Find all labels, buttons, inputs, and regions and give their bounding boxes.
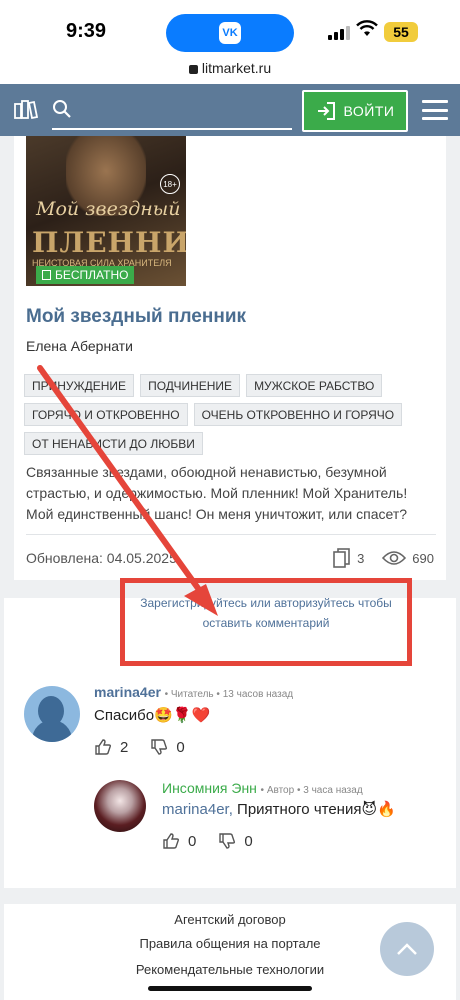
avatar[interactable] <box>24 686 80 742</box>
book-icon <box>42 270 51 280</box>
wifi-icon <box>356 20 378 36</box>
avatar[interactable] <box>94 780 146 832</box>
cellular-signal-icon <box>328 24 350 40</box>
url-text: litmarket.ru <box>201 60 272 76</box>
thumbs-down-icon[interactable] <box>150 738 168 756</box>
register-highlight-box: Зарегистрируйтесь или авторизуйтесь чтоб… <box>120 578 412 666</box>
divider <box>26 534 436 535</box>
login-icon <box>317 102 335 120</box>
comment-username[interactable]: marina4er <box>94 684 161 700</box>
battery-indicator: 55 <box>384 22 418 42</box>
thumbs-down-icon[interactable] <box>218 832 236 850</box>
hamburger-menu-icon[interactable] <box>422 100 448 120</box>
site-header: ВОЙТИ <box>0 84 460 136</box>
register-prompt-line2: оставить комментарий <box>202 616 330 630</box>
copies-icon <box>333 548 350 568</box>
likes-count: 0 <box>188 832 197 850</box>
comment-header: Инсомния Энн • Автор • 3 часа назад <box>162 780 363 796</box>
thumbs-up-icon[interactable] <box>94 738 112 756</box>
register-prompt[interactable]: Зарегистрируйтесь или авторизуйтесь чтоб… <box>125 593 407 633</box>
comment-text: Спасибо🤩🌹❤️ <box>94 707 211 724</box>
footer-link-agency-agreement[interactable]: Агентский договор <box>4 912 456 927</box>
book-stats: 3 690 <box>333 548 434 568</box>
comment-text: marina4er, Приятного чтения😈🔥 <box>162 800 396 818</box>
dislikes-count: 0 <box>244 832 253 850</box>
comments-section: Зарегистрируйтесь или авторизуйтесь чтоб… <box>4 578 456 888</box>
reply-text: Приятного чтения😈🔥 <box>232 801 396 818</box>
tag[interactable]: ОТ НЕНАВИСТИ ДО ЛЮБВИ <box>24 432 203 455</box>
search-input[interactable] <box>52 128 292 130</box>
login-button[interactable]: ВОЙТИ <box>302 90 408 132</box>
book-description: Связанные звездами, обоюдной ненавистью,… <box>26 464 408 522</box>
comment-header: marina4er • Читатель • 13 часов назад <box>94 684 294 700</box>
chevron-up-icon <box>397 943 417 955</box>
cover-title-line2: ПЛЕННИК <box>32 226 186 259</box>
comment-role: Автор <box>266 785 295 796</box>
comment-time: 3 часа назад <box>303 785 363 796</box>
age-rating-badge: 18+ <box>160 174 180 194</box>
register-prompt-line1: Зарегистрируйтесь или авторизуйтесь чтоб… <box>140 596 392 610</box>
tag[interactable]: МУЖСКОЕ РАБСТВО <box>246 374 383 397</box>
dislikes-count: 0 <box>176 738 185 756</box>
likes-count: 2 <box>120 738 129 756</box>
comment-votes: 0 0 <box>162 832 253 850</box>
tag[interactable]: ПОДЧИНЕНИЕ <box>140 374 241 397</box>
comment-username[interactable]: Инсомния Энн <box>162 780 257 796</box>
home-indicator <box>148 986 312 991</box>
vk-icon: VK <box>219 22 241 44</box>
comment-time: 13 часов назад <box>222 689 294 700</box>
cover-title-line1: Мой звездный <box>36 198 181 220</box>
tag-list: ПРИНУЖДЕНИЕ ПОДЧИНЕНИЕ МУЖСКОЕ РАБСТВО Г… <box>24 374 434 455</box>
search-icon[interactable] <box>52 99 72 119</box>
views-count: 690 <box>412 550 434 566</box>
comment-role: Читатель <box>170 689 214 700</box>
address-bar[interactable]: litmarket.ru <box>0 60 460 76</box>
book-card: 18+ Мой звездный ПЛЕННИК НЕИСТОВАЯ СИЛА … <box>14 136 446 580</box>
updated-date: Обновлена: 04.05.2025 <box>26 550 177 566</box>
tag[interactable]: ПРИНУЖДЕНИЕ <box>24 374 135 397</box>
free-badge: БЕСПЛАТНО <box>36 266 135 284</box>
comment-votes: 2 0 <box>94 738 185 756</box>
book-cover[interactable]: 18+ Мой звездный ПЛЕННИК НЕИСТОВАЯ СИЛА … <box>26 136 186 286</box>
eye-icon <box>382 551 407 565</box>
book-title[interactable]: Мой звездный пленник <box>26 306 246 328</box>
scroll-to-top-button[interactable] <box>380 922 434 976</box>
tag[interactable]: ОЧЕНЬ ОТКРОВЕННО И ГОРЯЧО <box>193 403 403 426</box>
lock-icon <box>188 65 198 74</box>
clock: 9:39 <box>66 20 107 42</box>
copies-count: 3 <box>357 550 365 566</box>
library-logo-icon[interactable] <box>14 98 38 120</box>
tag[interactable]: ГОРЯЧО И ОТКРОВЕННО <box>24 403 188 426</box>
login-label: ВОЙТИ <box>343 103 395 119</box>
thumbs-up-icon[interactable] <box>162 832 180 850</box>
active-app-pill[interactable]: VK <box>166 14 294 52</box>
status-bar: 9:39 VK 55 litmarket.ru <box>0 0 460 84</box>
book-author[interactable]: Елена Абернати <box>26 338 133 354</box>
free-label: БЕСПЛАТНО <box>55 268 129 282</box>
mention-link[interactable]: marina4er, <box>162 801 233 818</box>
